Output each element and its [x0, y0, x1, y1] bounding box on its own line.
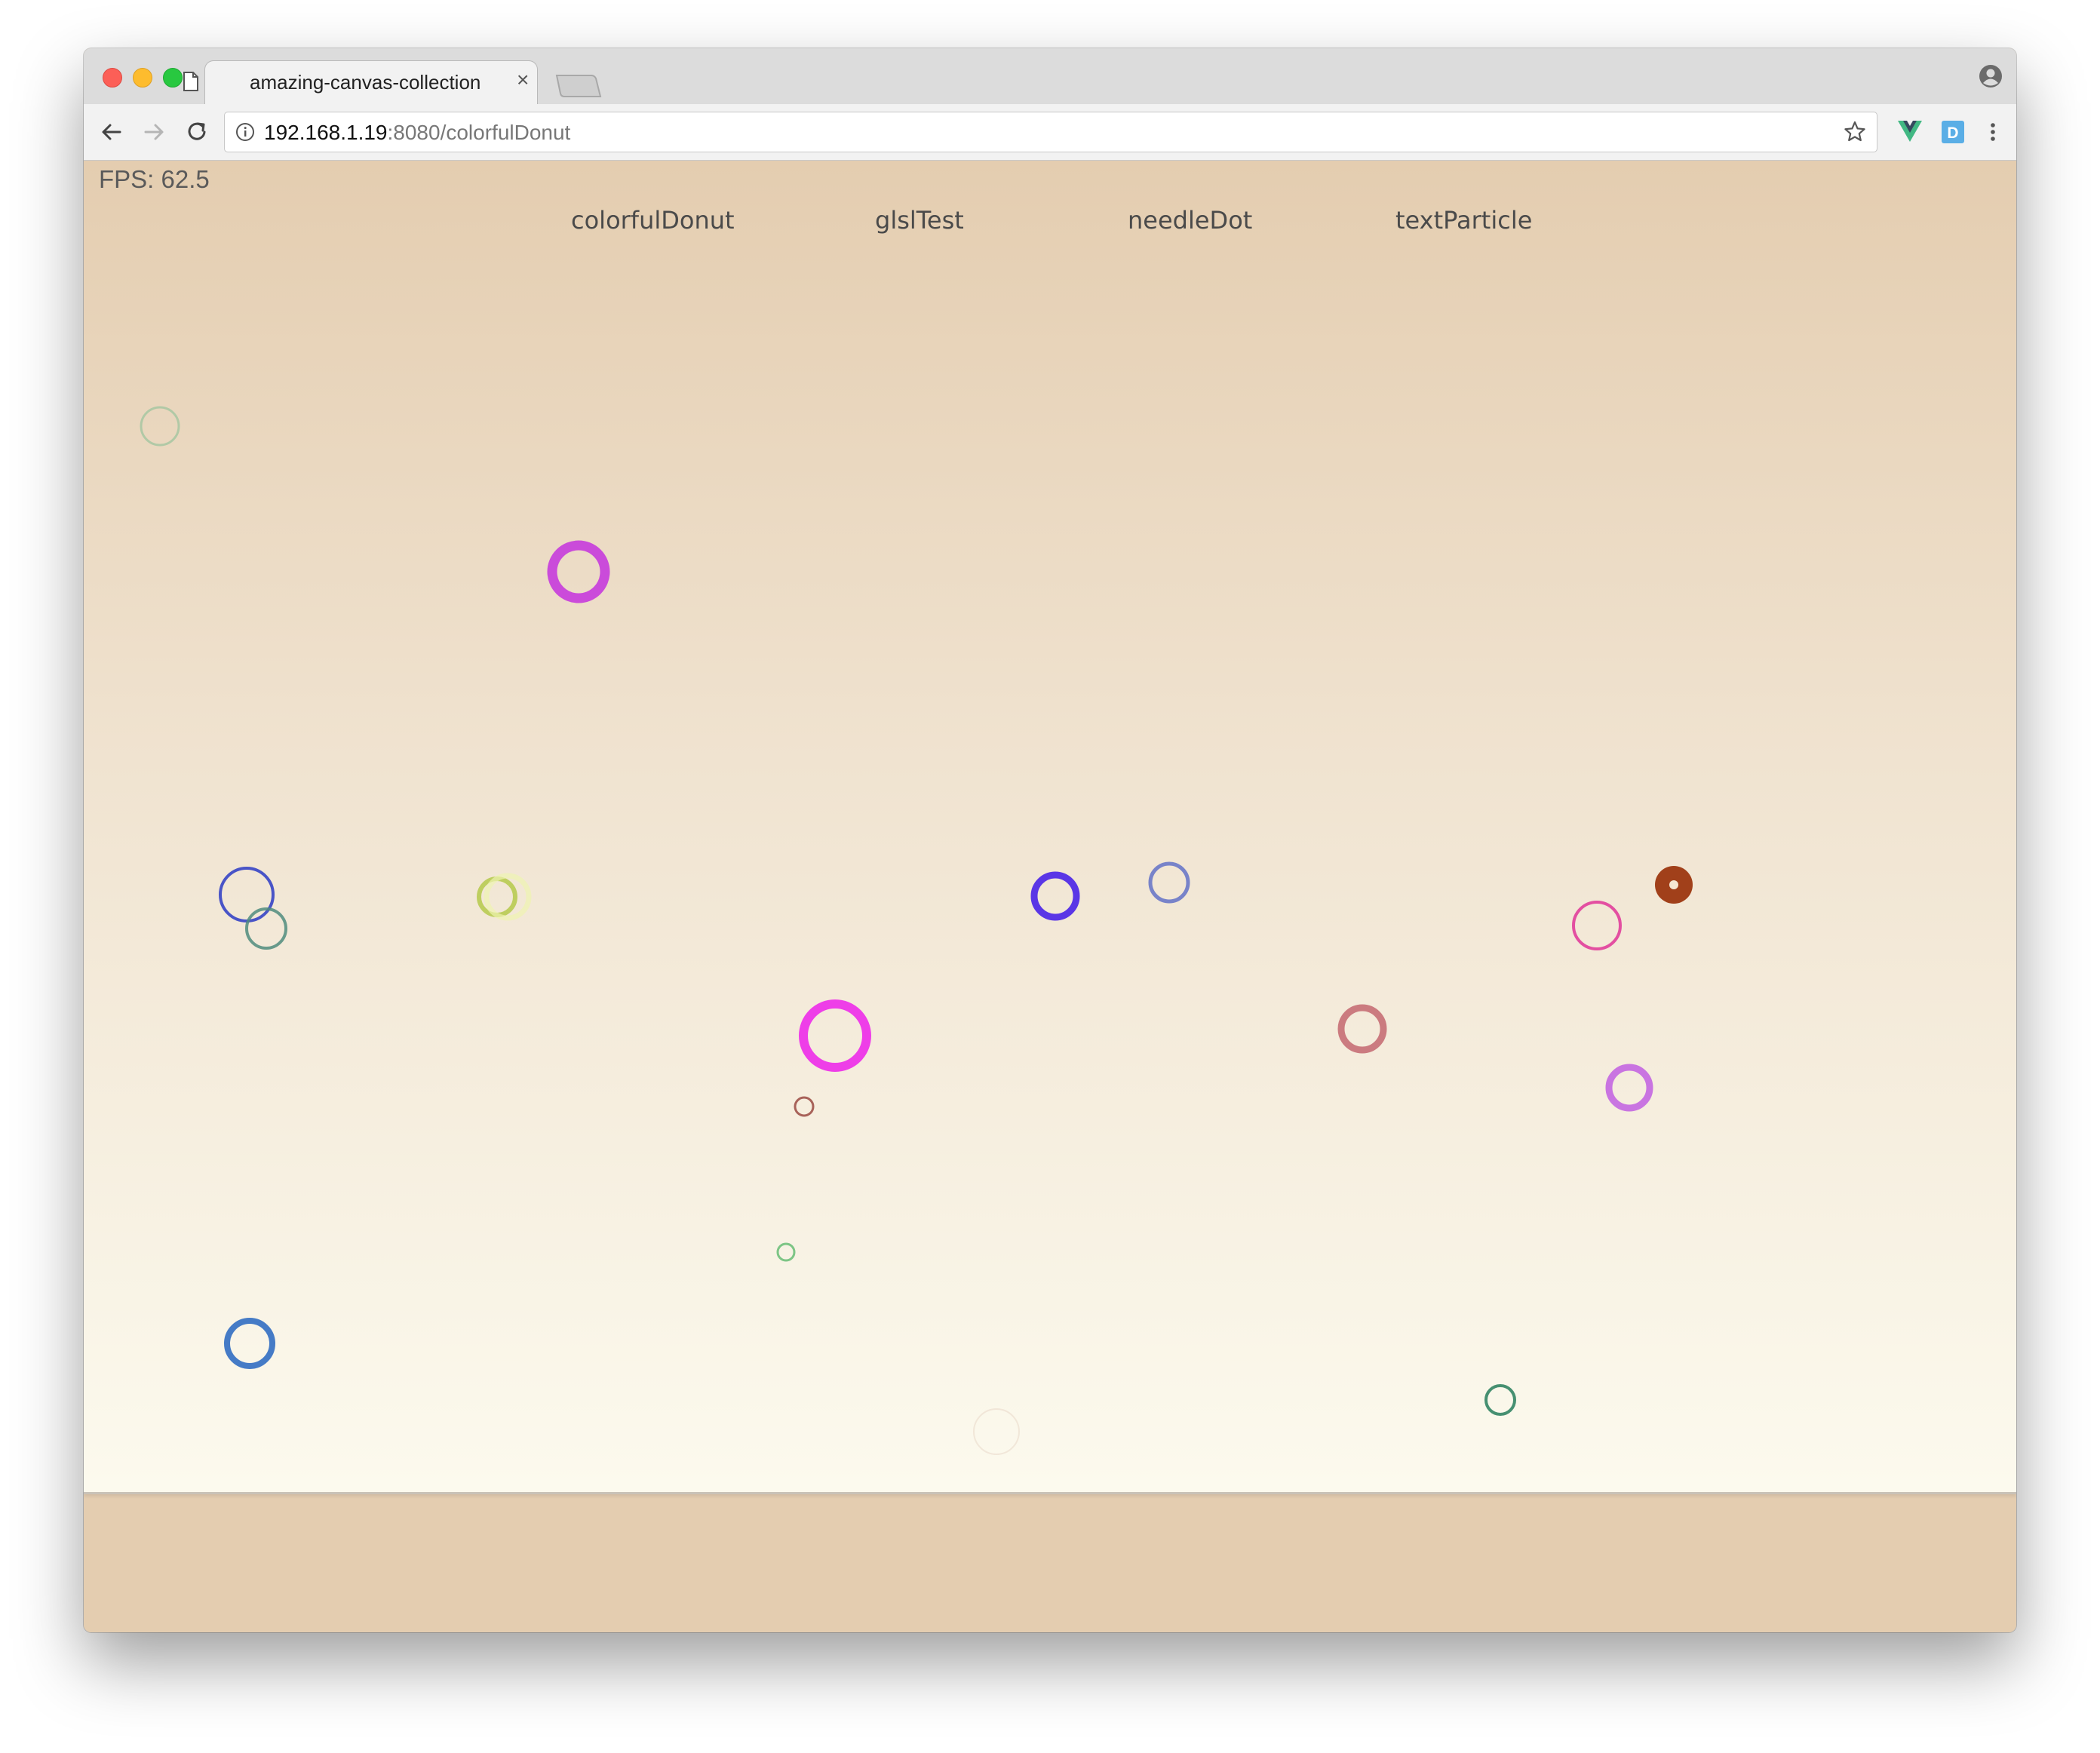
nav-link-glslTest[interactable]: glslTest — [875, 206, 964, 235]
svg-text:D: D — [1947, 124, 1958, 142]
tab-title: amazing-canvas-collection — [250, 71, 481, 94]
demo-nav: colorfulDonut glslTest needleDot textPar… — [84, 161, 2016, 235]
minimize-window-button[interactable] — [133, 68, 152, 87]
donut-ring — [1572, 901, 1622, 950]
donut-ring — [1337, 1004, 1387, 1054]
close-window-button[interactable] — [103, 68, 122, 87]
nav-link-textParticle[interactable]: textParticle — [1395, 206, 1532, 235]
donut-ring — [140, 406, 180, 447]
donut-ring — [219, 867, 275, 923]
d-extension-icon[interactable]: D — [1941, 120, 1965, 144]
donut-ring — [799, 999, 871, 1072]
donut-hole — [1669, 880, 1678, 889]
donut-ring — [794, 1096, 815, 1117]
tab-strip: amazing-canvas-collection × — [84, 48, 2016, 106]
donut-ring — [547, 540, 610, 603]
nav-link-colorfulDonut[interactable]: colorfulDonut — [571, 206, 735, 235]
reload-icon[interactable] — [183, 118, 211, 146]
donut-ring — [776, 1242, 796, 1262]
donut-ring — [973, 1408, 1020, 1455]
tab-close-button[interactable]: × — [517, 69, 529, 91]
info-icon[interactable] — [235, 122, 255, 142]
forward-arrow-icon[interactable] — [140, 118, 168, 146]
browser-toolbar: 192.168.1.19:8080/colorfulDonut D — [84, 104, 2016, 161]
donut-canvas[interactable]: FPS: 62.5 colorfulDonut glslTest needleD… — [84, 161, 2016, 1494]
browser-window: amazing-canvas-collection × 192.168.1.19… — [84, 48, 2016, 1632]
donut-ring — [245, 907, 287, 950]
profile-icon[interactable] — [1978, 63, 2003, 89]
url-path: :8080/colorfulDonut — [387, 121, 571, 144]
more-menu-icon[interactable] — [1980, 119, 2006, 145]
donut-ring — [1148, 861, 1190, 904]
donut-ring — [1484, 1384, 1516, 1416]
url-host: 192.168.1.19 — [264, 121, 388, 144]
url-text[interactable]: 192.168.1.19:8080/colorfulDonut — [264, 121, 570, 145]
address-bar[interactable]: 192.168.1.19:8080/colorfulDonut — [224, 112, 1877, 152]
donut-layer — [140, 406, 1693, 1455]
bookmark-star-icon[interactable] — [1842, 119, 1868, 145]
vue-devtools-icon[interactable] — [1897, 119, 1923, 143]
page-viewport: FPS: 62.5 colorfulDonut glslTest needleD… — [84, 161, 2016, 1632]
document-icon — [183, 72, 198, 91]
nav-link-needleDot[interactable]: needleDot — [1128, 206, 1252, 235]
zoom-window-button[interactable] — [163, 68, 183, 87]
donut-ring — [1605, 1064, 1653, 1112]
back-arrow-icon[interactable] — [97, 118, 126, 146]
donut-ring — [224, 1318, 275, 1369]
donut-ring — [1030, 871, 1080, 921]
new-tab-button[interactable] — [555, 74, 602, 98]
